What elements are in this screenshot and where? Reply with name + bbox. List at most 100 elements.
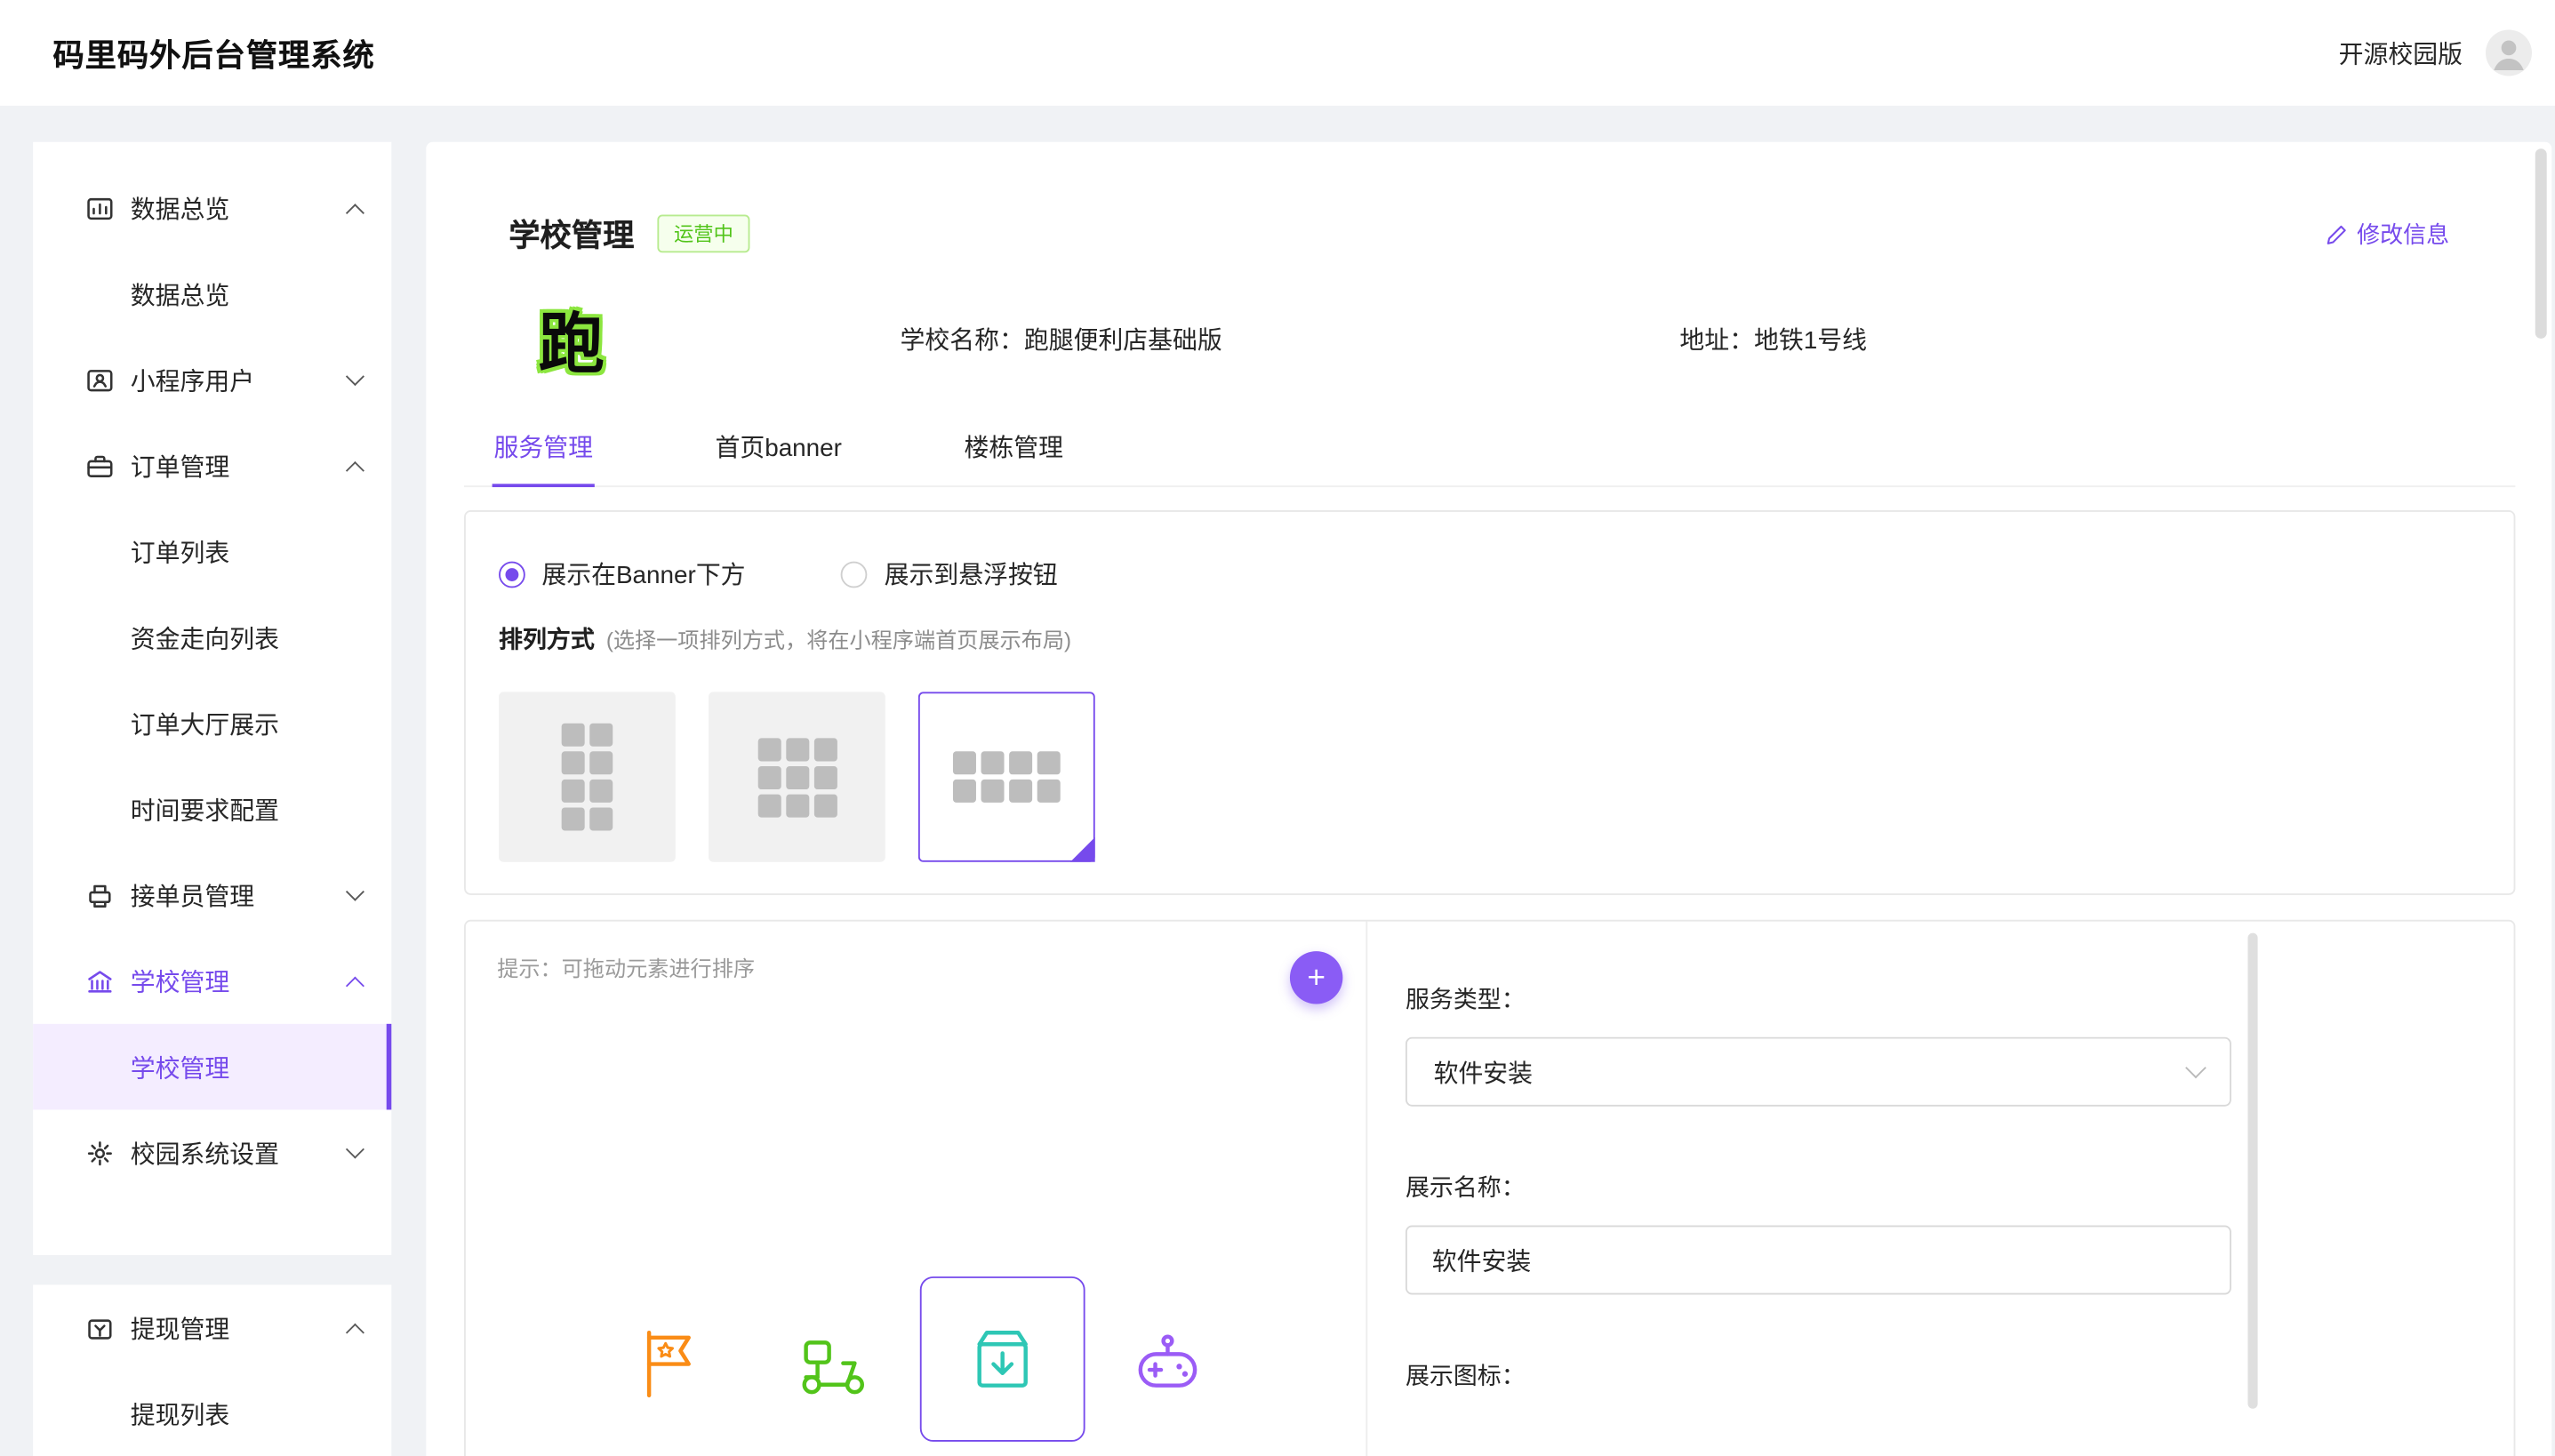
card-scrollbar[interactable] (2535, 148, 2547, 339)
sidebar-item-label: 小程序用户 (131, 363, 254, 397)
service-flag[interactable] (629, 1323, 709, 1402)
radio-floating-button[interactable]: 展示到悬浮按钮 (841, 556, 1057, 591)
school-address: 地址：地铁1号线 (1679, 321, 1867, 356)
display-name-label: 展示名称： (1406, 1169, 2514, 1204)
service-sort-pane: 提示：可拖动元素进行排序 + (466, 922, 1367, 1456)
radio-banner-below[interactable]: 展示在Banner下方 (499, 556, 746, 591)
orders-icon (86, 452, 115, 480)
page-title: 学校管理 (509, 212, 634, 256)
arrangement-label: 排列方式 (499, 621, 595, 656)
courier-icon (86, 881, 115, 909)
chevron-down-icon (346, 367, 364, 386)
service-type-select[interactable]: 软件安装 (1406, 1037, 2231, 1107)
tab-home-banner[interactable]: 首页banner (714, 429, 844, 485)
display-name-input[interactable] (1406, 1225, 2231, 1294)
app: 码里码外后台管理系统 开源校园版 数据总览 (0, 0, 2555, 1456)
sidebar-item-label: 提现管理 (131, 1310, 229, 1345)
sidebar-subitem-time-requirement-config[interactable]: 时间要求配置 (33, 766, 391, 852)
service-box-selected[interactable] (920, 1276, 1085, 1442)
chevron-up-icon (346, 976, 364, 995)
chevron-up-icon (346, 1323, 364, 1341)
sidebar-item-withdraw-management[interactable]: 提现管理 (33, 1284, 391, 1371)
sidebar-item-label: 数据总览 (131, 191, 229, 226)
service-type-label: 服务类型： (1406, 981, 2514, 1016)
overview-icon (86, 194, 115, 222)
sidebar-item-label: 学校管理 (131, 964, 229, 998)
radio-unselected-icon (841, 561, 868, 588)
sidebar-item-label: 校园系统设置 (131, 1135, 279, 1170)
tab-bar: 服务管理 首页banner 楼栋管理 (464, 429, 2515, 487)
sidebar-item-label: 订单列表 (131, 534, 229, 569)
service-gamepad[interactable] (1128, 1323, 1207, 1402)
sidebar-gap (33, 1255, 391, 1284)
sidebar-subitem-withdraw-list[interactable]: 提现列表 (33, 1371, 391, 1456)
school-info-row: 跑 学校名称：跑腿便利店基础版 地址：地铁1号线 (528, 297, 2551, 380)
school-logo: 跑 (528, 297, 614, 380)
form-scrollbar[interactable] (2247, 933, 2257, 1409)
display-settings-box: 展示在Banner下方 展示到悬浮按钮 排列方式 (选择一项排列方式，将在小程序… (464, 510, 2515, 895)
layout-option-4x2[interactable] (918, 692, 1095, 861)
sidebar: 数据总览 数据总览 小程序用户 (33, 142, 391, 1456)
radio-label: 展示到悬浮按钮 (885, 556, 1058, 591)
service-form-pane: 服务类型： 软件安装 展示名称： 展示图标： (1367, 922, 2513, 1456)
chevron-down-icon (346, 1140, 364, 1159)
service-scooter[interactable] (791, 1323, 870, 1402)
tab-building-management[interactable]: 楼栋管理 (963, 429, 1065, 485)
add-service-button[interactable]: + (1290, 951, 1342, 1004)
sidebar-item-label: 接单员管理 (131, 877, 254, 912)
sidebar-item-miniprogram-users[interactable]: 小程序用户 (33, 337, 391, 423)
display-icon-label: 展示图标： (1406, 1357, 2514, 1392)
service-editor-box: 提示：可拖动元素进行排序 + (464, 920, 2515, 1456)
sidebar-subitem-data-overview[interactable]: 数据总览 (33, 251, 391, 337)
pencil-icon (2326, 222, 2349, 245)
sidebar-item-label: 时间要求配置 (131, 792, 279, 827)
edit-info-link[interactable]: 修改信息 (2326, 217, 2449, 250)
layout-option-3x3[interactable] (709, 692, 885, 861)
sidebar-item-label: 数据总览 (131, 276, 229, 311)
withdraw-icon (86, 1314, 115, 1342)
tab-service-management[interactable]: 服务管理 (493, 429, 595, 485)
sidebar-item-order-management[interactable]: 订单管理 (33, 423, 391, 509)
title-row: 学校管理 运营中 修改信息 (509, 212, 2449, 256)
top-header: 码里码外后台管理系统 开源校园版 (0, 0, 2555, 106)
main-card: 学校管理 运营中 修改信息 跑 学校名称：跑腿便利店基础版 地址：地铁1号线 服… (426, 142, 2551, 1456)
chevron-up-icon (346, 460, 364, 479)
user-avatar[interactable] (2486, 29, 2532, 76)
edit-info-label: 修改信息 (2357, 217, 2449, 250)
grid-3x3-icon (757, 738, 837, 817)
sidebar-bottom-block: 提现管理 提现列表 (33, 1284, 391, 1456)
scooter-icon (791, 1323, 870, 1402)
sidebar-subitem-order-hall-display[interactable]: 订单大厅展示 (33, 680, 391, 766)
page-body: 数据总览 数据总览 小程序用户 (0, 106, 2555, 1456)
drag-sort-hint: 提示：可拖动元素进行排序 (497, 951, 1342, 982)
sidebar-subitem-order-list[interactable]: 订单列表 (33, 508, 391, 595)
sidebar-main-block: 数据总览 数据总览 小程序用户 (33, 142, 391, 1255)
chevron-down-icon (346, 883, 364, 901)
version-label: 开源校园版 (2339, 36, 2463, 70)
school-icon (86, 967, 115, 996)
sidebar-item-label: 资金走向列表 (131, 620, 279, 655)
sidebar-subitem-funds-flow-list[interactable]: 资金走向列表 (33, 595, 391, 681)
app-title: 码里码外后台管理系统 (52, 30, 374, 75)
status-badge: 运营中 (657, 215, 749, 253)
sidebar-item-label: 订单大厅展示 (131, 706, 279, 740)
arrangement-hint: (选择一项排列方式，将在小程序端首页展示布局) (606, 622, 1071, 653)
chevron-down-icon (2185, 1057, 2207, 1078)
miniprogram-users-icon (86, 366, 115, 395)
sidebar-item-label: 提现列表 (131, 1396, 229, 1431)
sidebar-item-school-management[interactable]: 学校管理 (33, 938, 391, 1024)
radio-label: 展示在Banner下方 (541, 556, 745, 591)
grid-2x4-icon (562, 724, 613, 831)
grid-4x2-icon (953, 751, 1061, 803)
radio-selected-icon (499, 561, 525, 588)
chevron-up-icon (346, 203, 364, 221)
sidebar-item-campus-system-settings[interactable]: 校园系统设置 (33, 1109, 391, 1196)
sidebar-subitem-school-management[interactable]: 学校管理 (33, 1024, 391, 1110)
sidebar-item-data-overview[interactable]: 数据总览 (33, 165, 391, 252)
topbar-right: 开源校园版 (2339, 29, 2532, 76)
gamepad-icon (1128, 1323, 1207, 1402)
sidebar-item-label: 订单管理 (131, 448, 229, 483)
sidebar-item-courier-management[interactable]: 接单员管理 (33, 852, 391, 939)
layout-options (499, 692, 2480, 861)
layout-option-2x4[interactable] (499, 692, 676, 861)
